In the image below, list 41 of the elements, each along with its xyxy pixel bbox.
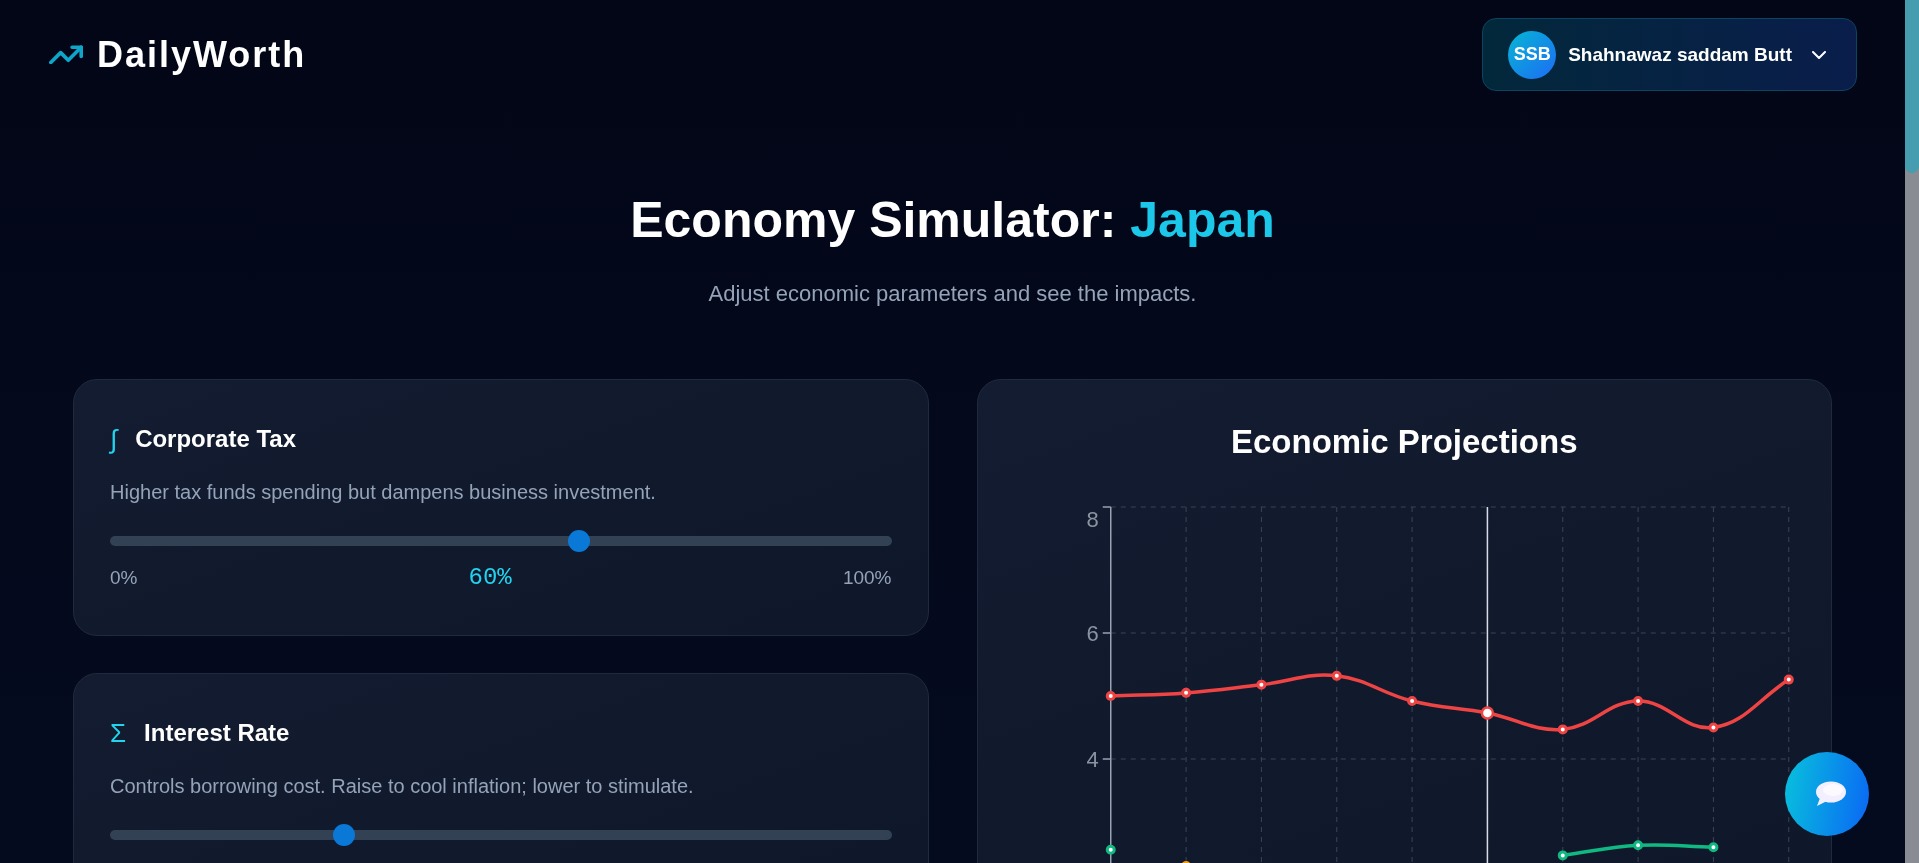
min-label: 0% (110, 567, 138, 589)
data-point[interactable] (1480, 706, 1494, 720)
data-point[interactable] (1707, 722, 1718, 733)
y-tick-label: 8 (1086, 506, 1099, 532)
value-label: 60% (468, 564, 512, 591)
data-point[interactable] (1331, 670, 1342, 681)
y-tick-label: 4 (1086, 746, 1099, 772)
control-title: Corporate Tax (135, 424, 297, 454)
user-menu-button[interactable]: SSB Shahnawaz saddam Butt (1482, 18, 1857, 91)
slider-thumb[interactable] (333, 824, 356, 846)
speech-bubble-icon (1814, 781, 1846, 807)
trend-arrow-icon (49, 45, 83, 64)
scrollbar-thumb[interactable] (1905, 0, 1919, 173)
data-point[interactable] (1632, 696, 1643, 707)
y-tick-label: 6 (1086, 620, 1099, 646)
data-point[interactable] (1105, 691, 1116, 701)
avatar: SSB (1508, 30, 1557, 79)
data-point[interactable] (1557, 724, 1568, 735)
chevron-down-icon (1812, 50, 1826, 59)
data-point[interactable] (1557, 850, 1568, 861)
page-subtitle: Adjust economic parameters and see the impacts. (708, 280, 1197, 308)
max-label: 100% (842, 567, 892, 589)
data-point[interactable] (1783, 674, 1794, 685)
scrollbar[interactable] (1905, 0, 1919, 863)
data-point[interactable] (1180, 687, 1191, 698)
slider[interactable] (110, 824, 892, 846)
control-description: Higher tax funds spending but dampens business investment. (110, 480, 657, 505)
control-description: Controls borrowing cost. Raise to cool inflation; lower to stimulate. (110, 774, 695, 799)
data-point[interactable] (1105, 844, 1116, 855)
data-point[interactable] (1406, 696, 1417, 707)
symbol-icon: ∫ (110, 424, 118, 454)
control-title: Interest Rate (144, 718, 290, 748)
page-title: Economy Simulator: Japan (630, 191, 1275, 250)
data-point[interactable] (1255, 679, 1266, 690)
slider[interactable] (110, 530, 892, 552)
data-point[interactable] (1707, 842, 1718, 853)
slider-thumb[interactable] (567, 530, 590, 552)
chart-title: Economic Projections (1230, 422, 1578, 462)
symbol-icon: Σ (110, 718, 127, 748)
data-point[interactable] (1632, 840, 1643, 851)
logo-text[interactable]: DailyWorth (97, 33, 307, 76)
